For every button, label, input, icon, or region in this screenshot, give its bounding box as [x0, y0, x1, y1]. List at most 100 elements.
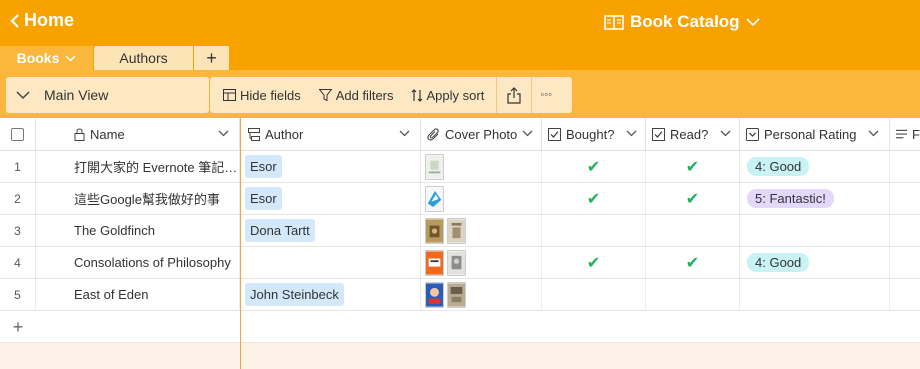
- table-row[interactable]: 1 打開大家的 Evernote 筆記… Esor ✔ ✔ 4: Good: [0, 151, 920, 183]
- read-cell[interactable]: ✔: [646, 151, 740, 182]
- rating-cell[interactable]: [740, 279, 890, 310]
- linked-record-chip[interactable]: Esor: [245, 155, 282, 178]
- truncated-cell[interactable]: [890, 183, 920, 214]
- chevron-down-icon: [868, 130, 879, 137]
- cover-thumbnail[interactable]: [447, 217, 466, 244]
- rating-cell[interactable]: 5: Fantastic!: [740, 183, 890, 214]
- linked-record-chip[interactable]: Dona Tartt: [245, 219, 315, 242]
- more-icon: ◦◦◦: [540, 89, 553, 101]
- book-icon: [604, 14, 624, 30]
- attachment-icon: [427, 128, 439, 141]
- author-cell[interactable]: Esor: [240, 183, 421, 214]
- table-row[interactable]: 3 The Goldfinch Dona Tartt: [0, 215, 920, 247]
- truncated-cell[interactable]: [890, 215, 920, 246]
- rating-cell[interactable]: 4: Good: [740, 247, 890, 278]
- linked-record-chip[interactable]: Esor: [245, 187, 282, 210]
- cover-thumbnail[interactable]: [447, 281, 466, 308]
- hide-fields-label: Hide fields: [240, 87, 301, 103]
- row-number: 5: [0, 279, 36, 310]
- linked-record-chip[interactable]: John Steinbeck: [245, 283, 344, 306]
- lock-icon: [74, 128, 85, 141]
- author-cell[interactable]: [240, 247, 421, 278]
- sort-icon: [411, 88, 422, 102]
- tab-books[interactable]: Books: [0, 46, 93, 70]
- read-cell[interactable]: ✔: [646, 183, 740, 214]
- check-icon: ✔: [586, 254, 601, 272]
- author-cell[interactable]: John Steinbeck: [240, 279, 421, 310]
- truncated-cell[interactable]: [890, 151, 920, 182]
- add-table-button[interactable]: +: [194, 46, 229, 70]
- cover-thumbnail[interactable]: [447, 249, 466, 276]
- more-options-button[interactable]: ◦◦◦: [532, 77, 560, 113]
- name-cell[interactable]: East of Eden: [36, 279, 240, 310]
- share-icon: [507, 86, 521, 104]
- bought-cell[interactable]: ✔: [542, 183, 646, 214]
- truncated-cell[interactable]: [890, 279, 920, 310]
- table-row[interactable]: 5 East of Eden John Steinbeck: [0, 279, 920, 311]
- column-header-personal-rating[interactable]: Personal Rating: [740, 118, 890, 151]
- checkbox-icon: [548, 128, 561, 141]
- add-filters-button[interactable]: Add filters: [307, 77, 400, 113]
- cover-photo-cell[interactable]: [421, 215, 542, 246]
- truncated-cell[interactable]: [890, 247, 920, 278]
- name-cell[interactable]: Consolations of Philosophy: [36, 247, 240, 278]
- author-cell[interactable]: Dona Tartt: [240, 215, 421, 246]
- rating-pill: 4: Good: [747, 157, 810, 176]
- frozen-column-divider: [240, 118, 241, 369]
- home-label: Home: [24, 10, 75, 30]
- home-link[interactable]: Home: [10, 10, 74, 31]
- chevron-down-icon: [720, 130, 731, 137]
- cover-thumbnail[interactable]: [425, 217, 444, 244]
- table-row[interactable]: 4 Consolations of Philosophy ✔ ✔ 4: Good: [0, 247, 920, 279]
- rating-cell[interactable]: [740, 215, 890, 246]
- chevron-down-icon: [16, 90, 30, 99]
- cover-photo-cell[interactable]: [421, 151, 542, 182]
- add-filters-label: Add filters: [335, 87, 394, 103]
- check-icon: ✔: [685, 254, 700, 272]
- read-cell[interactable]: [646, 215, 740, 246]
- check-icon: ✔: [586, 190, 601, 208]
- read-cell[interactable]: [646, 279, 740, 310]
- name-cell[interactable]: 這些Google幫我做好的事: [36, 183, 240, 214]
- add-record-button[interactable]: +: [0, 311, 36, 343]
- bought-cell[interactable]: ✔: [542, 247, 646, 278]
- cover-thumbnail[interactable]: [425, 281, 444, 308]
- column-label: Author: [265, 127, 304, 142]
- read-cell[interactable]: ✔: [646, 247, 740, 278]
- hide-fields-button[interactable]: Hide fields: [210, 77, 307, 113]
- cover-photo-cell[interactable]: [421, 247, 542, 278]
- long-text-icon: [896, 129, 908, 139]
- name-cell[interactable]: 打開大家的 Evernote 筆記…: [36, 151, 240, 182]
- rating-cell[interactable]: 4: Good: [740, 151, 890, 182]
- column-header-name[interactable]: Name: [36, 118, 240, 151]
- tab-authors[interactable]: Authors: [94, 46, 193, 70]
- column-header-bought[interactable]: Bought?: [542, 118, 646, 151]
- view-tools: Hide fields Add filters Apply sort ◦◦◦: [210, 77, 572, 113]
- column-label: Bought?: [566, 127, 615, 142]
- tab-books-label: Books: [16, 50, 60, 66]
- bought-cell[interactable]: [542, 215, 646, 246]
- table-row[interactable]: 2 這些Google幫我做好的事 Esor ✔ ✔ 5: Fantastic!: [0, 183, 920, 215]
- column-header-truncated[interactable]: F: [890, 118, 920, 151]
- plus-icon: +: [206, 47, 217, 68]
- apply-sort-button[interactable]: Apply sort: [400, 77, 491, 113]
- cover-thumbnail[interactable]: [425, 185, 444, 212]
- name-cell[interactable]: The Goldfinch: [36, 215, 240, 246]
- bought-cell[interactable]: [542, 279, 646, 310]
- column-header-cover-photo[interactable]: Cover Photo: [421, 118, 542, 151]
- column-label: Name: [90, 127, 125, 142]
- cover-thumbnail[interactable]: [425, 153, 444, 180]
- link-record-icon: [248, 128, 260, 141]
- base-title-menu[interactable]: Book Catalog: [604, 12, 760, 32]
- cover-photo-cell[interactable]: [421, 279, 542, 310]
- cover-photo-cell[interactable]: [421, 183, 542, 214]
- author-cell[interactable]: Esor: [240, 151, 421, 182]
- bought-cell[interactable]: ✔: [542, 151, 646, 182]
- column-header-author[interactable]: Author: [240, 118, 421, 151]
- share-button[interactable]: [497, 77, 531, 113]
- cover-thumbnail[interactable]: [425, 249, 444, 276]
- column-label: Cover Photo: [445, 127, 518, 142]
- column-header-read[interactable]: Read?: [646, 118, 740, 151]
- select-all-checkbox[interactable]: [0, 118, 36, 151]
- view-switcher[interactable]: Main View: [6, 77, 209, 113]
